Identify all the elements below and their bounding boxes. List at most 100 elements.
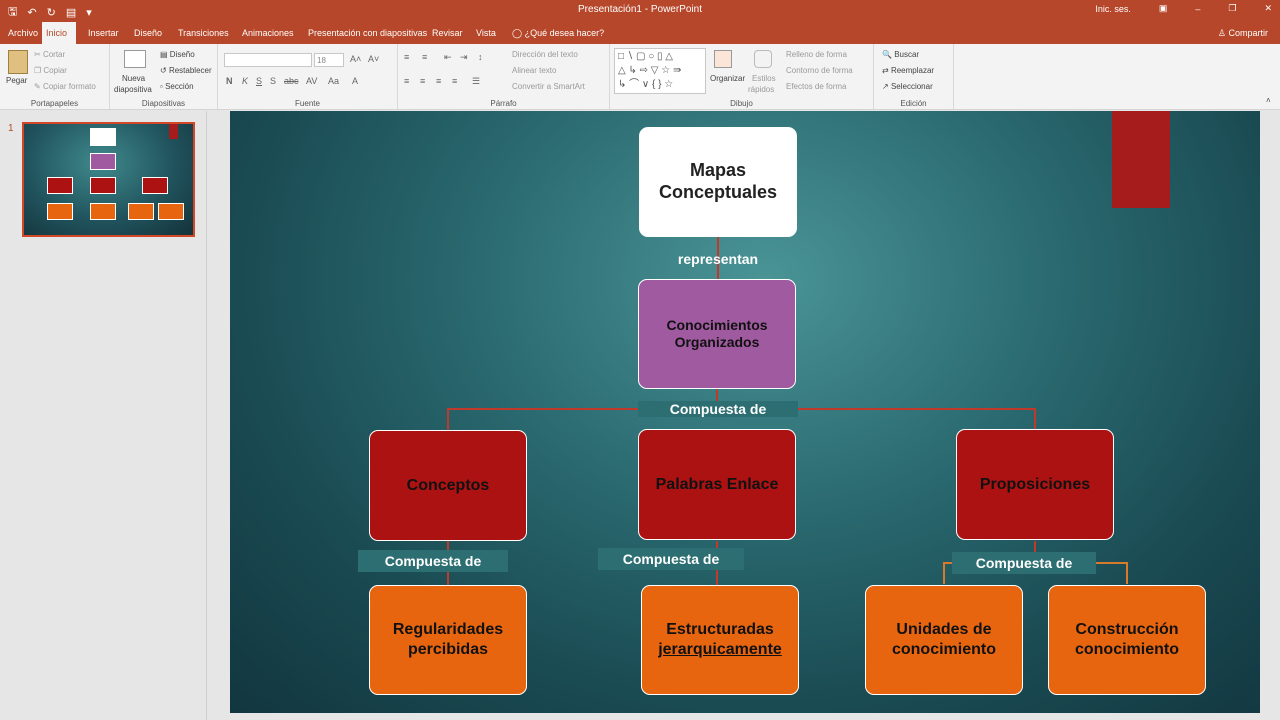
bold-icon[interactable]: N — [226, 76, 233, 86]
format-painter-button[interactable]: ✎ Copiar formato — [34, 82, 96, 91]
node-construccion[interactable]: Construcción conocimiento — [1048, 585, 1206, 695]
minimize-icon[interactable]: – — [1195, 4, 1200, 14]
new-slide-label-2[interactable]: diapositiva — [114, 85, 152, 94]
tab-revisar[interactable]: Revisar — [428, 22, 467, 44]
cut-button[interactable]: ✂ Cortar — [34, 50, 65, 59]
close-icon[interactable]: ✕ — [1264, 3, 1272, 14]
slide-thumbnails-panel: 1 — [0, 111, 207, 720]
ribbon-tabs: Archivo Inicio Insertar Diseño Transicio… — [0, 22, 1280, 44]
arrange-icon[interactable] — [714, 50, 732, 68]
align-text-button[interactable]: Alinear texto — [512, 66, 556, 75]
shape-effects-button[interactable]: Efectos de forma — [786, 82, 846, 91]
maximize-icon[interactable]: ❐ — [1228, 3, 1236, 14]
justify-icon[interactable]: ≡ — [452, 76, 457, 86]
shrink-font-icon[interactable]: A˅ — [368, 54, 379, 64]
tab-presentacion[interactable]: Presentación con diapositivas — [304, 22, 431, 44]
new-slide-label-1[interactable]: Nueva — [122, 74, 145, 83]
text-direction-button[interactable]: Dirección del texto — [512, 50, 578, 59]
columns-icon[interactable]: ☰ — [472, 76, 480, 87]
tab-vista[interactable]: Vista — [472, 22, 500, 44]
tab-inicio[interactable]: Inicio — [42, 22, 76, 44]
group-label-edicion: Edición — [900, 99, 927, 108]
window-title: Presentación1 - PowerPoint — [578, 4, 702, 15]
font-color-icon[interactable]: A — [352, 76, 358, 86]
node-construccion-line1: Construcción — [1075, 621, 1179, 638]
lightbulb-icon: ◯ — [512, 28, 523, 38]
quick-styles-label-2[interactable]: rápidos — [748, 85, 774, 94]
edge-label-compuesta-main[interactable]: Compuesta de — [638, 401, 798, 417]
decrease-indent-icon[interactable]: ⇤ — [444, 52, 452, 63]
paste-button[interactable]: Pegar — [6, 76, 27, 85]
replace-button[interactable]: ⇄ Reemplazar — [882, 66, 934, 75]
thumb-node-estructuradas — [90, 203, 116, 220]
grow-font-icon[interactable]: A˄ — [350, 54, 361, 64]
smartart-button[interactable]: Convertir a SmartArt — [512, 82, 585, 91]
node-middle-line1: Conocimientos — [666, 317, 768, 334]
tab-archivo[interactable]: Archivo — [4, 22, 42, 44]
share-button[interactable]: ♙ Compartir — [1218, 22, 1268, 44]
numbering-icon[interactable]: ≡ — [422, 52, 427, 62]
node-unidades[interactable]: Unidades de conocimiento — [865, 585, 1023, 695]
node-root-line2: Conceptuales — [658, 182, 778, 202]
slide-canvas[interactable]: Mapas Conceptuales representan Conocimien… — [230, 111, 1260, 713]
tab-insertar[interactable]: Insertar — [84, 22, 123, 44]
edge-label-compuesta-enlace[interactable]: Compuesta de — [598, 551, 744, 567]
shape-outline-button[interactable]: Contorno de forma — [786, 66, 853, 75]
find-button[interactable]: 🔍 Buscar — [882, 50, 919, 59]
edge-label-representan[interactable]: representan — [638, 251, 798, 267]
copy-button[interactable]: ❐ Copiar — [34, 66, 67, 75]
group-diapositivas: Nueva diapositiva ▤ Diseño ↺ Restablecer… — [110, 44, 218, 110]
group-label-fuente: Fuente — [295, 99, 320, 108]
bullets-icon[interactable]: ≡ — [404, 52, 409, 62]
ribbon-display-icon[interactable]: ▣ — [1159, 3, 1168, 14]
edge-label-compuesta-conceptos[interactable]: Compuesta de — [358, 553, 508, 569]
reset-label: Restablecer — [168, 66, 212, 75]
node-estructuradas-line1: Estructuradas — [666, 621, 774, 638]
node-palabras-enlace[interactable]: Palabras Enlace — [638, 429, 796, 540]
slide-thumbnail[interactable] — [22, 122, 195, 237]
tab-animaciones[interactable]: Animaciones — [238, 22, 298, 44]
change-case-icon[interactable]: Aa — [328, 76, 339, 86]
collapse-ribbon-icon[interactable]: ˄ — [1266, 96, 1271, 105]
tab-diseno[interactable]: Diseño — [130, 22, 166, 44]
font-size-input[interactable]: 18 — [314, 53, 344, 67]
select-button[interactable]: ↗ Seleccionar — [882, 82, 933, 91]
quick-styles-label-1[interactable]: Estilos — [752, 74, 776, 83]
section-button[interactable]: ▫ Sección — [160, 82, 194, 91]
node-root-line1: Mapas — [689, 160, 747, 181]
group-dibujo: □ ∖ ▢ ○ ▯ △ △ ↳ ⇨ ▽ ☆ ⇛ ↳ ⌒ ∨ { } ☆ Organi… — [610, 44, 874, 110]
shapes-gallery[interactable]: □ ∖ ▢ ○ ▯ △ △ ↳ ⇨ ▽ ☆ ⇛ ↳ ⌒ ∨ { } ☆ — [614, 48, 706, 94]
group-label-portapapeles: Portapapeles — [30, 99, 79, 108]
shape-fill-button[interactable]: Relleno de forma — [786, 50, 847, 59]
strikethrough-icon[interactable]: abc — [284, 76, 299, 86]
align-left-icon[interactable]: ≡ — [404, 76, 409, 86]
signin-link[interactable]: Inic. ses. — [1095, 4, 1131, 14]
reset-button[interactable]: ↺ Restablecer — [160, 66, 212, 75]
node-root[interactable]: Mapas Conceptuales — [639, 127, 797, 237]
node-estructuradas[interactable]: Estructuradas jerarquicamente — [641, 585, 799, 695]
node-proposiciones[interactable]: Proposiciones — [956, 429, 1114, 540]
new-slide-icon[interactable] — [124, 50, 146, 68]
arrange-button[interactable]: Organizar — [710, 74, 745, 83]
font-size-value: 18 — [317, 56, 326, 65]
tell-me-box[interactable]: ◯ ¿Qué desea hacer? — [508, 22, 608, 44]
node-regularidades[interactable]: Regularidades percibidas — [369, 585, 527, 695]
tab-transiciones[interactable]: Transiciones — [174, 22, 233, 44]
align-right-icon[interactable]: ≡ — [436, 76, 441, 86]
increase-indent-icon[interactable]: ⇥ — [460, 52, 468, 63]
node-conceptos[interactable]: Conceptos — [369, 430, 527, 541]
italic-icon[interactable]: K — [242, 76, 248, 86]
underline-icon[interactable]: S — [256, 76, 262, 86]
layout-button[interactable]: ▤ Diseño — [160, 50, 195, 59]
node-conocimientos[interactable]: Conocimientos Organizados — [638, 279, 796, 389]
quick-styles-icon[interactable] — [754, 50, 772, 68]
shadow-icon[interactable]: S — [270, 76, 276, 86]
spacing-icon[interactable]: AV — [306, 76, 317, 86]
edge-label-compuesta-proposiciones[interactable]: Compuesta de — [952, 555, 1096, 571]
font-name-input[interactable] — [224, 53, 312, 67]
node-construccion-line2: conocimiento — [1074, 641, 1179, 658]
align-center-icon[interactable]: ≡ — [420, 76, 425, 86]
paste-icon[interactable] — [8, 50, 28, 74]
ribbon: Pegar ✂ Cortar ❐ Copiar ✎ Copiar formato… — [0, 44, 1280, 110]
line-spacing-icon[interactable]: ↕ — [478, 52, 483, 62]
